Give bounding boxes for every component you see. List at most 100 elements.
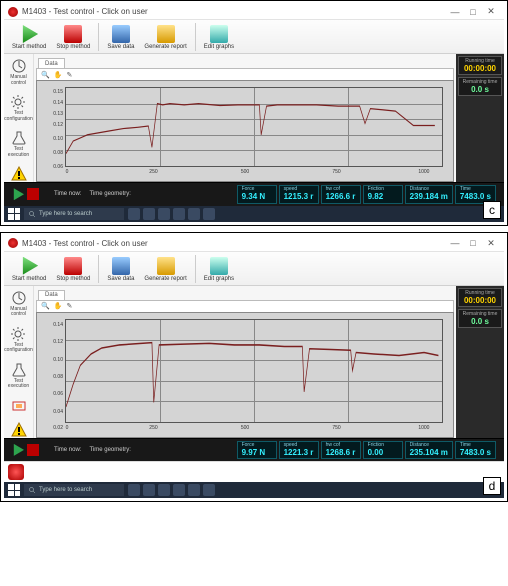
panel-label: c [483,201,501,219]
maximize-button[interactable]: □ [464,5,482,19]
stop-method-button[interactable]: Stop method [52,24,94,51]
status-label: Time now: [54,191,81,197]
status-bar: Time now: Time geometry: Force9.97 N spe… [4,438,504,462]
start-method-button[interactable]: Start method [8,256,50,283]
play-icon [20,25,38,43]
taskbar-app-icon[interactable] [143,208,155,220]
edit-icon[interactable]: ✎ [66,302,72,310]
taskbar-app-icon[interactable] [128,484,140,496]
edit-graphs-button[interactable]: Edit graphs [200,24,238,51]
tab-data[interactable]: Data [38,290,65,300]
status-readout: Distance239.184 m [405,185,453,204]
status-play-button[interactable] [12,444,24,456]
stop-icon [64,25,82,43]
taskbar-app-icon[interactable] [203,484,215,496]
x-tick: 750 [332,169,340,175]
y-tick: 0.12 [53,122,63,128]
footer-app-icon[interactable] [8,464,24,480]
chart-mini-toolbar: 🔍 ✋ ✎ [36,300,454,312]
stop-method-button[interactable]: Stop method [52,256,94,283]
status-readout: Time7483.0 s [455,441,496,460]
sidebar-item-test-exec[interactable]: Test execution [8,130,29,158]
start-button[interactable] [8,484,20,496]
edit-icon[interactable]: ✎ [66,71,72,79]
taskbar-app-icon[interactable] [188,208,200,220]
taskbar-search[interactable]: Type here to search [24,484,124,496]
sidebar-item-test-config[interactable]: Test configuration [4,326,33,354]
chart-mini-toolbar: 🔍 ✋ ✎ [36,68,454,80]
sidebar-item-test-exec[interactable]: Test execution [8,362,29,390]
manual-icon [11,290,27,306]
panel-label: d [483,477,501,495]
report-icon [157,257,175,275]
taskbar-app-icon[interactable] [143,484,155,496]
status-stop-button[interactable] [27,444,39,456]
taskbar-app-icon[interactable] [158,484,170,496]
edit-graphs-label: Edit graphs [204,44,234,50]
save-icon [112,25,130,43]
sidebar-software-icon[interactable] [11,398,27,414]
x-tick: 750 [332,425,340,431]
remaining-time-value: 0.0 s [461,85,499,94]
trace-line [66,88,442,166]
taskbar-app-icon[interactable] [203,208,215,220]
remaining-time-value: 0.0 s [461,317,499,326]
minimize-button[interactable]: — [446,5,464,19]
warning-icon [11,422,27,438]
taskbar-app-icon[interactable] [128,208,140,220]
x-tick: 1000 [418,169,429,175]
status-bar: Time now: Time geometry: Force9.34 N spe… [4,182,504,206]
status-readout: Friction9.82 [363,185,403,204]
gear-icon [10,326,26,342]
y-tick: 0.15 [53,89,63,95]
tab-data[interactable]: Data [38,58,65,68]
search-icon [28,486,36,494]
taskbar-app-icon[interactable] [188,484,200,496]
gear-icon [10,94,26,110]
minimize-button[interactable]: — [446,236,464,250]
pan-icon[interactable]: ✋ [54,302,63,310]
x-tick: 500 [241,425,249,431]
trace-line [66,320,442,422]
sidebar-item-manual[interactable]: Manual control [10,290,26,318]
taskbar-search[interactable]: Type here to search [24,208,124,220]
start-button[interactable] [8,208,20,220]
status-label: Time geometry: [89,191,130,197]
status-play-button[interactable] [12,188,24,200]
y-tick: 0.13 [53,111,63,117]
close-button[interactable]: ✕ [482,236,500,250]
y-tick: 0.10 [53,357,63,363]
sidebar-item-manual[interactable]: Manual control [10,58,26,86]
flask-icon [11,130,27,146]
left-sidebar: Manual control Test configuration Test e… [4,286,34,438]
report-button[interactable]: Generate report [140,256,190,283]
maximize-button[interactable]: □ [464,236,482,250]
y-tick: 0.14 [53,100,63,106]
x-tick: 250 [149,425,157,431]
save-button[interactable]: Save data [103,24,138,51]
pan-icon[interactable]: ✋ [54,71,63,79]
software-icon [11,398,27,414]
running-time-value: 00:00:00 [461,64,499,73]
report-button[interactable]: Generate report [140,24,190,51]
x-tick: 250 [149,169,157,175]
zoom-icon[interactable]: 🔍 [41,302,50,310]
edit-graphs-button[interactable]: Edit graphs [200,256,238,283]
status-stop-button[interactable] [27,188,39,200]
status-readout: speed1215.3 r [279,185,319,204]
zoom-icon[interactable]: 🔍 [41,71,50,79]
right-panel: Running time 00:00:00 Remaining time 0.0… [456,286,504,438]
taskbar-app-icon[interactable] [173,484,185,496]
save-button[interactable]: Save data [103,256,138,283]
sidebar-item-test-config[interactable]: Test configuration [4,94,33,122]
taskbar-app-icon[interactable] [158,208,170,220]
start-method-button[interactable]: Start method [8,24,50,51]
taskbar-app-icon[interactable] [173,208,185,220]
status-readout: Force9.97 N [237,441,277,460]
stop-method-label: Stop method [56,44,90,50]
close-button[interactable]: ✕ [482,5,500,19]
y-tick: 0.08 [53,150,63,156]
y-tick: 0.06 [53,164,63,170]
status-readout: hw cof1268.6 r [321,441,361,460]
app-footer [4,461,504,482]
